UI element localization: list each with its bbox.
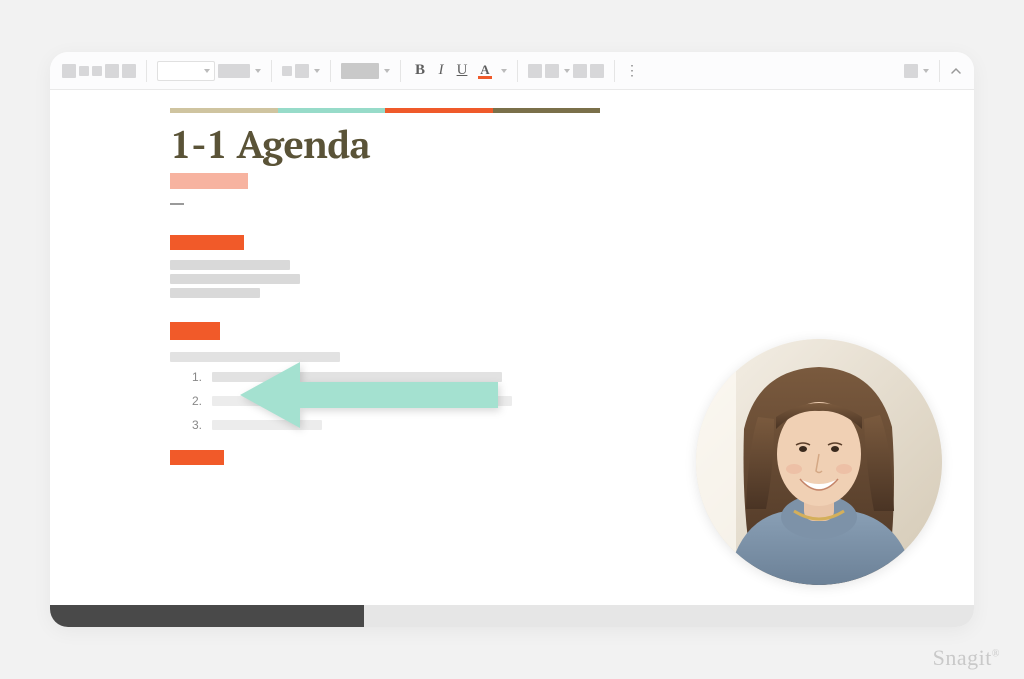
tool-btn[interactable] xyxy=(92,60,102,82)
highlight-color-swatch[interactable] xyxy=(341,63,379,79)
text-placeholder xyxy=(170,260,290,270)
style-dropdown[interactable] xyxy=(157,61,215,81)
arrow-annotation[interactable] xyxy=(240,360,500,430)
webcam-overlay[interactable] xyxy=(696,339,942,585)
app-window: B I U A ⋮ xyxy=(50,52,974,627)
dropdown-caret-icon[interactable] xyxy=(564,69,570,73)
tool-btn[interactable] xyxy=(122,60,136,82)
document-canvas[interactable]: 1-1 Agenda 1. 2. 3. xyxy=(50,90,974,627)
dropdown-caret-icon[interactable] xyxy=(923,69,929,73)
section-heading-highlight xyxy=(170,322,220,340)
text-placeholder xyxy=(170,288,260,298)
tool-btn[interactable] xyxy=(904,60,918,82)
dropdown-caret-icon[interactable] xyxy=(384,69,390,73)
tool-btn[interactable] xyxy=(545,60,559,82)
dropdown-caret-icon[interactable] xyxy=(314,69,320,73)
video-progress-bar[interactable] xyxy=(50,605,974,627)
section-heading-highlight xyxy=(170,235,244,250)
tool-btn[interactable] xyxy=(282,60,292,82)
section-heading-highlight xyxy=(170,450,224,465)
dropdown-caret-icon[interactable] xyxy=(501,69,507,73)
tool-btn[interactable] xyxy=(528,60,542,82)
snagit-watermark: Snagit® xyxy=(933,645,1000,671)
progress-remaining xyxy=(364,605,974,627)
collapse-toolbar-button[interactable] xyxy=(946,61,966,81)
document-title[interactable]: 1-1 Agenda xyxy=(170,119,974,169)
tool-btn[interactable] xyxy=(62,60,76,82)
more-button[interactable]: ⋮ xyxy=(621,62,644,79)
tool-btn[interactable] xyxy=(573,60,587,82)
bold-button[interactable]: B xyxy=(411,62,429,79)
tool-btn[interactable] xyxy=(105,60,119,82)
italic-button[interactable]: I xyxy=(432,62,450,79)
formatting-toolbar: B I U A ⋮ xyxy=(50,52,974,90)
highlight-placeholder xyxy=(170,173,248,189)
underline-button[interactable]: U xyxy=(453,62,471,79)
text-placeholder xyxy=(170,203,184,205)
tool-btn[interactable] xyxy=(295,60,309,82)
text-placeholder xyxy=(170,274,300,284)
header-color-stripe xyxy=(170,108,600,113)
tool-btn[interactable] xyxy=(218,60,250,82)
font-color-button[interactable]: A xyxy=(474,61,496,81)
progress-played xyxy=(50,605,364,627)
tool-btn[interactable] xyxy=(79,60,89,82)
dropdown-caret-icon[interactable] xyxy=(255,69,261,73)
tool-btn[interactable] xyxy=(590,60,604,82)
